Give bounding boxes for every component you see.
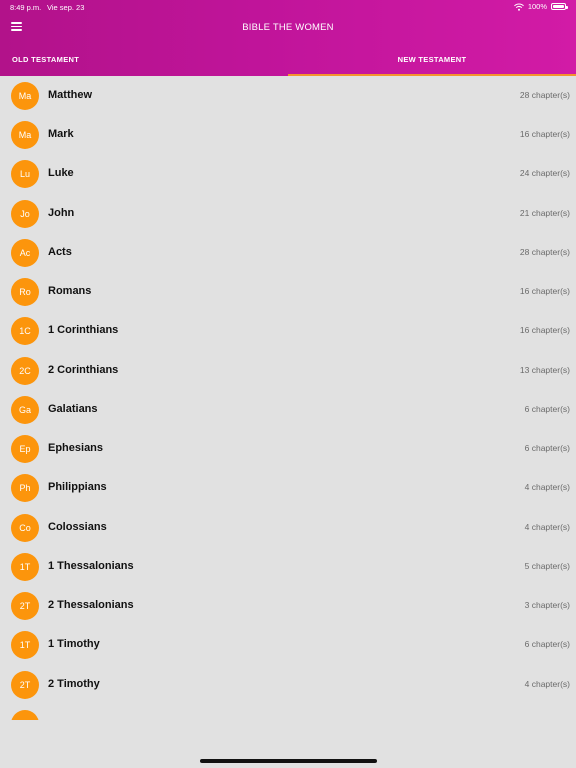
- book-avatar: 2C: [11, 357, 39, 385]
- list-item[interactable]: Ph Philippians 4 chapter(s): [0, 468, 576, 507]
- chapter-count: 28 chapter(s): [519, 90, 570, 100]
- list-item[interactable]: Jo John 21 chapter(s): [0, 194, 576, 233]
- list-item[interactable]: Co Colossians 4 chapter(s): [0, 508, 576, 547]
- tab-old-testament[interactable]: OLD TESTAMENT: [0, 42, 288, 76]
- chapter-count: 3 chapter(s): [524, 600, 570, 610]
- chapter-count: 21 chapter(s): [519, 208, 570, 218]
- status-right: 100%: [513, 2, 568, 11]
- chapter-count: 6 chapter(s): [524, 443, 570, 453]
- book-avatar: 1T: [11, 631, 39, 659]
- book-name: 1 Corinthians: [48, 324, 119, 336]
- book-name: Mark: [48, 128, 74, 140]
- book-list[interactable]: Ma Matthew 28 chapter(s) Ma Mark 16 chap…: [0, 76, 576, 720]
- list-item[interactable]: Ga Galatians 6 chapter(s): [0, 390, 576, 429]
- list-item[interactable]: 1C 1 Corinthians 16 chapter(s): [0, 311, 576, 350]
- book-avatar: [11, 710, 39, 720]
- book-name: Ephesians: [48, 442, 104, 454]
- list-item[interactable]: Ep Ephesians 6 chapter(s): [0, 429, 576, 468]
- battery-percent: 100%: [527, 2, 547, 11]
- wifi-icon: [513, 3, 524, 11]
- book-avatar: Ph: [11, 474, 39, 502]
- chapter-count: 4 chapter(s): [524, 482, 570, 492]
- book-avatar: Ga: [11, 396, 39, 424]
- book-avatar: 1C: [11, 317, 39, 345]
- book-name: Acts: [48, 246, 72, 258]
- testament-tabs: OLD TESTAMENT NEW TESTAMENT: [0, 42, 576, 76]
- battery-icon: [551, 3, 568, 10]
- chapter-count: 13 chapter(s): [519, 365, 570, 375]
- book-avatar: Jo: [11, 200, 39, 228]
- book-avatar: Ro: [11, 278, 39, 306]
- app-header: 8:49 p.m. Vie sep. 23 100% BIBLE THE WOM…: [0, 0, 576, 76]
- book-avatar: 2T: [11, 592, 39, 620]
- book-name: 2 Thessalonians: [48, 599, 134, 611]
- book-avatar: Ma: [11, 82, 39, 110]
- list-item[interactable]: [0, 704, 576, 720]
- book-name: 1 Thessalonians: [48, 560, 134, 572]
- list-item[interactable]: Lu Luke 24 chapter(s): [0, 154, 576, 193]
- tab-new-testament[interactable]: NEW TESTAMENT: [288, 42, 576, 76]
- chapter-count: 16 chapter(s): [519, 325, 570, 335]
- list-item[interactable]: Ro Romans 16 chapter(s): [0, 272, 576, 311]
- book-name: Romans: [48, 285, 92, 297]
- book-avatar: 2T: [11, 671, 39, 699]
- list-item[interactable]: 1T 1 Thessalonians 5 chapter(s): [0, 547, 576, 586]
- status-bar: 8:49 p.m. Vie sep. 23 100%: [0, 0, 576, 14]
- book-name: 2 Timothy: [48, 678, 100, 690]
- list-item[interactable]: Ac Acts 28 chapter(s): [0, 233, 576, 272]
- home-indicator[interactable]: [200, 759, 377, 763]
- list-item[interactable]: 2T 2 Timothy 4 chapter(s): [0, 665, 576, 704]
- list-item[interactable]: Ma Matthew 28 chapter(s): [0, 76, 576, 115]
- list-item[interactable]: 2T 2 Thessalonians 3 chapter(s): [0, 586, 576, 625]
- chapter-count: 6 chapter(s): [524, 404, 570, 414]
- chapter-count: 4 chapter(s): [524, 522, 570, 532]
- book-avatar: 1T: [11, 553, 39, 581]
- page-title: BIBLE THE WOMEN: [242, 22, 334, 33]
- book-name: Colossians: [48, 521, 107, 533]
- tab-new-testament-label: NEW TESTAMENT: [397, 55, 467, 64]
- book-name: Galatians: [48, 403, 98, 415]
- book-avatar: Ep: [11, 435, 39, 463]
- book-name: 2 Corinthians: [48, 364, 119, 376]
- book-name: Luke: [48, 167, 74, 179]
- navigation-bar: BIBLE THE WOMEN: [0, 14, 576, 42]
- chapter-count: 5 chapter(s): [524, 561, 570, 571]
- book-avatar: Ac: [11, 239, 39, 267]
- book-name: 1 Timothy: [48, 638, 100, 650]
- list-item[interactable]: Ma Mark 16 chapter(s): [0, 115, 576, 154]
- book-avatar: Ma: [11, 121, 39, 149]
- book-name: John: [48, 207, 75, 219]
- list-item[interactable]: 2C 2 Corinthians 13 chapter(s): [0, 351, 576, 390]
- tab-old-testament-label: OLD TESTAMENT: [12, 55, 80, 64]
- chapter-count: 24 chapter(s): [519, 168, 570, 178]
- chapter-count: 16 chapter(s): [519, 286, 570, 296]
- chapter-count: 28 chapter(s): [519, 247, 570, 257]
- list-item[interactable]: 1T 1 Timothy 6 chapter(s): [0, 625, 576, 664]
- book-name: Matthew: [48, 89, 92, 101]
- chapter-count: 6 chapter(s): [524, 639, 570, 649]
- book-avatar: Co: [11, 514, 39, 542]
- status-time: 8:49 p.m.: [10, 3, 42, 12]
- book-name: Philippians: [48, 481, 107, 493]
- chapter-count: 4 chapter(s): [524, 679, 570, 689]
- chapter-count: 16 chapter(s): [519, 129, 570, 139]
- book-avatar: Lu: [11, 160, 39, 188]
- status-date: Vie sep. 23: [47, 3, 85, 12]
